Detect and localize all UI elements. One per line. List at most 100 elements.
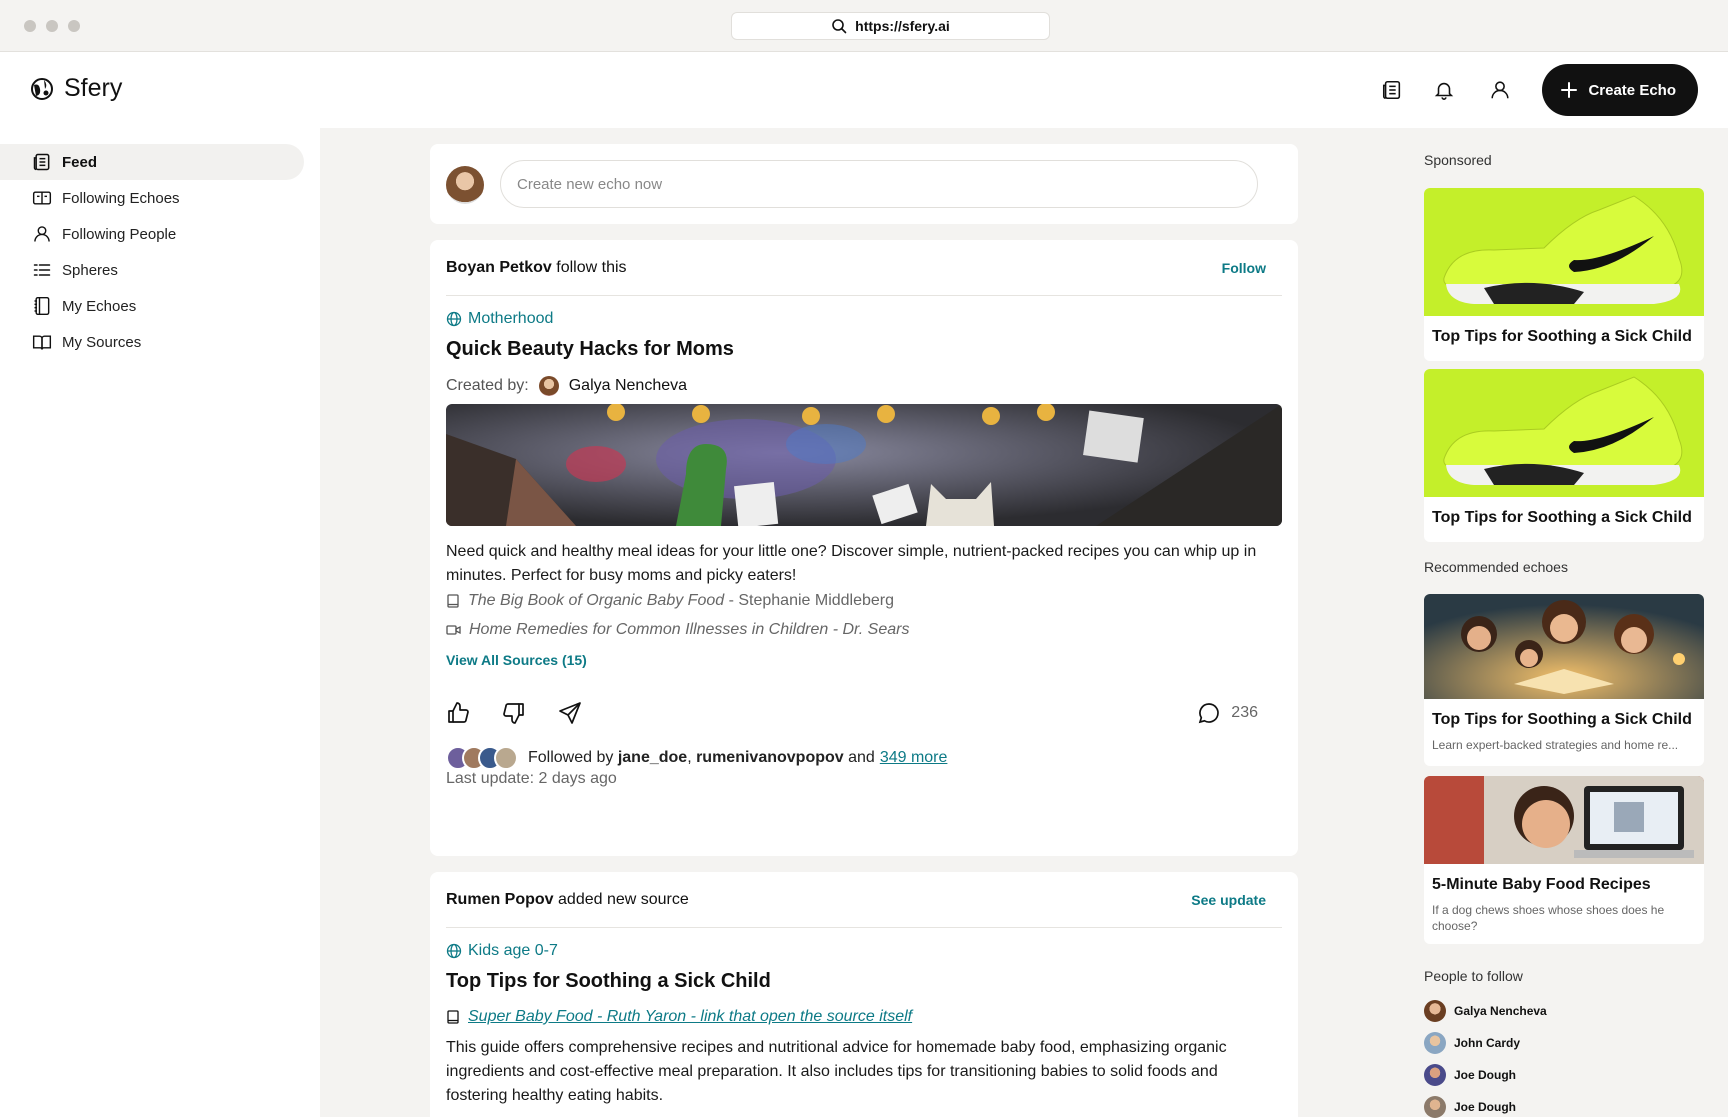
sphere-link[interactable]: Motherhood xyxy=(446,310,553,328)
actor-name[interactable]: Boyan Petkov xyxy=(446,259,552,276)
sidebar-item-my-echoes[interactable]: My Echoes xyxy=(0,288,304,324)
post-activity: Boyan Petkov follow this xyxy=(446,259,627,277)
person-icon xyxy=(34,226,50,242)
create-echo-button[interactable]: Create Echo xyxy=(1542,64,1698,116)
avatar xyxy=(1424,1096,1446,1118)
browser-chrome: https://sfery.ai xyxy=(0,0,1728,52)
sidebar-item-label: My Sources xyxy=(62,333,142,351)
avatar xyxy=(1424,1032,1446,1054)
creator-avatar xyxy=(538,376,559,396)
source-title: Home Remedies for Common Illnesses in Ch… xyxy=(469,621,910,638)
create-echo-input[interactable]: Create new echo now xyxy=(500,160,1258,208)
followers-summary: Followed by jane_doe, rumenivanovpopov a… xyxy=(446,746,947,770)
sponsored-card[interactable]: Top Tips for Soothing a Sick Child xyxy=(1424,369,1704,542)
sidebar-item-following-people[interactable]: Following People xyxy=(0,216,304,252)
source-item[interactable]: The Big Book of Organic Baby Food - Step… xyxy=(446,592,894,610)
avatar xyxy=(494,746,518,770)
source-author: - Stephanie Middleberg xyxy=(724,592,895,609)
see-update-button[interactable]: See update xyxy=(1191,892,1266,908)
window-controls[interactable] xyxy=(24,20,80,32)
bell-icon xyxy=(1435,82,1454,100)
sidebar-item-spheres[interactable]: Spheres xyxy=(0,252,304,288)
recommended-image xyxy=(1424,594,1704,699)
user-avatar xyxy=(446,166,484,204)
sponsored-heading: Sponsored xyxy=(1424,152,1492,168)
app-name: Sfery xyxy=(64,74,123,102)
people-heading: People to follow xyxy=(1424,968,1523,984)
user-icon xyxy=(1491,81,1510,99)
feed-post: Rumen Popov added new source See update … xyxy=(430,872,1298,1117)
recommended-subtitle: Learn expert-backed strategies and home … xyxy=(1432,738,1679,752)
echoes-icon xyxy=(32,191,52,205)
post-banner-image[interactable] xyxy=(446,404,1282,526)
newspaper-icon xyxy=(1383,80,1401,100)
follower-name[interactable]: rumenivanovpopov xyxy=(696,749,844,767)
followed-by-label: Followed by xyxy=(528,749,614,766)
post-activity: Rumen Popov added new source xyxy=(446,891,689,909)
create-echo-label: Create Echo xyxy=(1588,81,1676,99)
sphere-name: Kids age 0-7 xyxy=(468,942,558,959)
sidebar-item-feed[interactable]: Feed xyxy=(0,144,304,180)
person-to-follow[interactable]: Galya Nencheva xyxy=(1424,1000,1547,1022)
ad-image xyxy=(1424,188,1704,316)
recommended-card[interactable]: Top Tips for Soothing a Sick Child Learn… xyxy=(1424,594,1704,766)
recommended-card[interactable]: 5-Minute Baby Food Recipes If a dog chew… xyxy=(1424,776,1704,944)
globe-icon xyxy=(446,311,462,327)
sidebar-item-my-sources[interactable]: My Sources xyxy=(0,324,304,360)
feed: Create new echo now Boyan Petkov follow … xyxy=(320,128,1401,1117)
post-title[interactable]: Top Tips for Soothing a Sick Child xyxy=(446,970,771,993)
ad-title: Top Tips for Soothing a Sick Child xyxy=(1432,509,1692,526)
sidebar-item-following-echoes[interactable]: Following Echoes xyxy=(0,180,304,216)
video-icon xyxy=(446,625,461,635)
person-to-follow[interactable]: Joe Dough xyxy=(1424,1096,1516,1118)
list-icon xyxy=(33,264,51,276)
book-icon xyxy=(447,1010,459,1024)
notebook-icon xyxy=(34,296,50,316)
app-header: Sfery Create Echo xyxy=(0,52,1728,128)
echo-composer: Create new echo now xyxy=(430,144,1298,224)
avatar xyxy=(1424,1064,1446,1086)
source-link[interactable]: Super Baby Food - Ruth Yaron - link that… xyxy=(468,1008,912,1026)
book-icon xyxy=(32,335,52,350)
post-actions: 236 xyxy=(446,696,1282,730)
sfery-logo-icon xyxy=(31,77,53,100)
share-button[interactable] xyxy=(558,696,614,730)
created-by: Created by: Galya Nencheva xyxy=(446,376,687,396)
news-button[interactable] xyxy=(1366,64,1418,116)
profile-button[interactable] xyxy=(1474,64,1526,116)
more-followers-link[interactable]: 349 more xyxy=(880,749,948,767)
address-bar[interactable]: https://sfery.ai xyxy=(731,12,1050,40)
recommended-image xyxy=(1424,776,1704,864)
person-to-follow[interactable]: John Cardy xyxy=(1424,1032,1520,1054)
post-title[interactable]: Quick Beauty Hacks for Moms xyxy=(446,338,734,361)
comment-count: 236 xyxy=(1231,704,1258,721)
ad-title: Top Tips for Soothing a Sick Child xyxy=(1432,328,1692,345)
follower-name[interactable]: jane_doe xyxy=(618,749,687,767)
app-logo[interactable]: Sfery xyxy=(30,74,122,103)
notifications-button[interactable] xyxy=(1418,64,1470,116)
send-icon xyxy=(559,702,581,724)
feed-post: Boyan Petkov follow this Follow Motherho… xyxy=(430,240,1298,856)
recommended-subtitle: If a dog chews shoes whose shoes does he… xyxy=(1432,903,1665,933)
dislike-button[interactable] xyxy=(502,696,558,730)
follower-avatars xyxy=(446,746,518,770)
post-header: Rumen Popov added new source See update xyxy=(446,872,1282,928)
actor-name[interactable]: Rumen Popov xyxy=(446,891,554,908)
person-name: John Cardy xyxy=(1454,1036,1521,1050)
source-item[interactable]: Super Baby Food - Ruth Yaron - link that… xyxy=(446,1008,912,1026)
thumbs-up-icon xyxy=(448,702,469,723)
creator-name[interactable]: Galya Nencheva xyxy=(569,377,687,395)
like-button[interactable] xyxy=(446,696,502,730)
sphere-link[interactable]: Kids age 0-7 xyxy=(446,942,558,960)
search-icon xyxy=(832,19,847,34)
source-title: The Big Book of Organic Baby Food xyxy=(468,592,725,609)
and-label: and xyxy=(848,749,875,766)
follow-button[interactable]: Follow xyxy=(1222,260,1266,276)
view-all-sources-link[interactable]: View All Sources (15) xyxy=(446,652,587,668)
sponsored-card[interactable]: Top Tips for Soothing a Sick Child xyxy=(1424,188,1704,361)
comments-button[interactable]: 236 xyxy=(1197,701,1258,725)
source-item[interactable]: Home Remedies for Common Illnesses in Ch… xyxy=(446,621,909,639)
person-to-follow[interactable]: Joe Dough xyxy=(1424,1064,1516,1086)
recommended-title: 5-Minute Baby Food Recipes xyxy=(1432,876,1651,893)
activity-text: added new source xyxy=(558,890,689,908)
